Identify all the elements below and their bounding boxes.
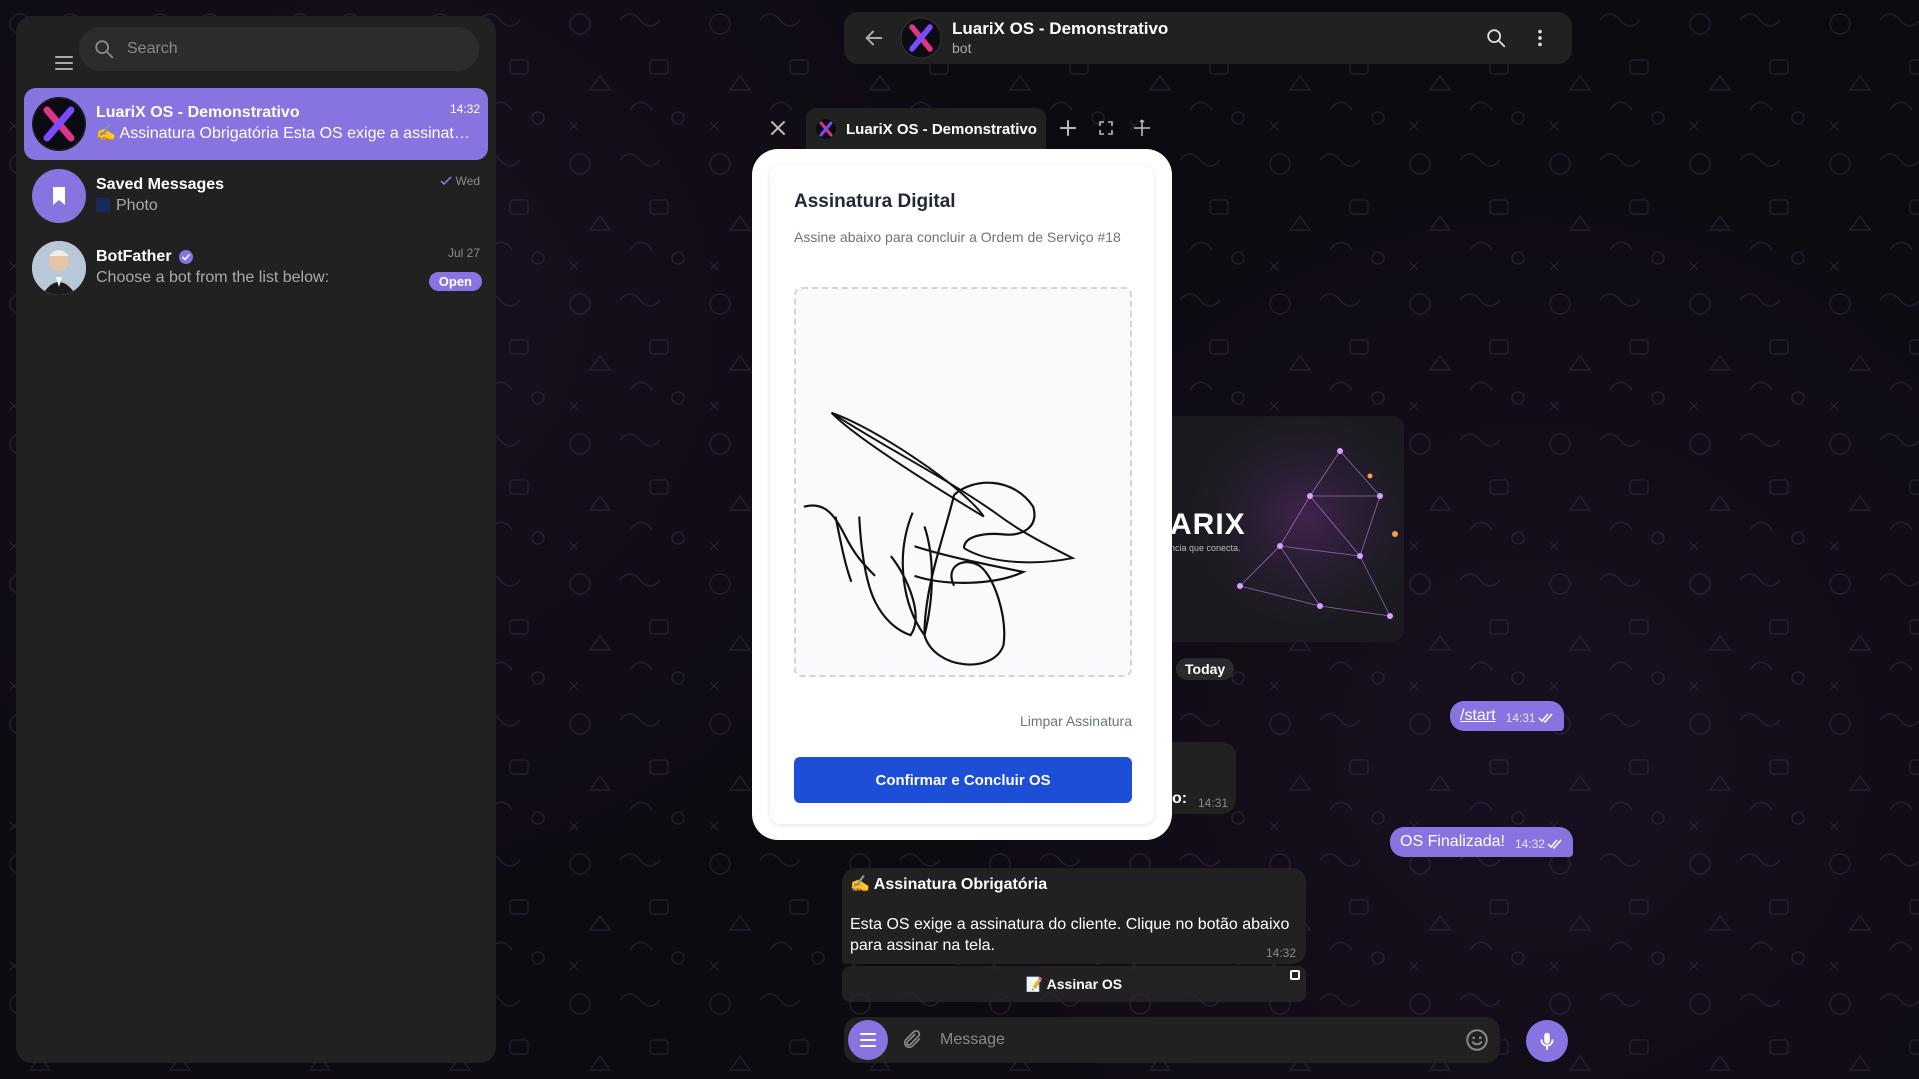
read-check-icon	[439, 176, 452, 186]
search-icon	[95, 40, 114, 59]
avatar	[32, 169, 86, 223]
chat-item-luarix[interactable]: LuariX OS - Demonstrativo ✍️ Assinatura …	[24, 88, 488, 160]
bot-menu-button[interactable]	[848, 1020, 888, 1060]
webapp-tab[interactable]: LuariX OS - Demonstrativo	[806, 108, 1046, 150]
photo-thumbnail-icon	[96, 198, 110, 212]
message-text: OS Finalizada!	[1400, 833, 1505, 850]
command-link[interactable]: /start	[1460, 707, 1496, 725]
message-out-start[interactable]: /start 14:31	[1450, 701, 1564, 731]
expand-webapp-button[interactable]	[1130, 116, 1154, 140]
search-input[interactable]	[127, 40, 427, 58]
double-check-icon	[1547, 839, 1562, 849]
chat-title: Saved Messages	[96, 176, 225, 193]
chat-status: bot	[952, 40, 972, 56]
avatar[interactable]	[900, 17, 942, 59]
message-image[interactable]: ARIX ncia que conecta.	[1160, 416, 1404, 642]
message-body: Esta OS exige a assinatura do cliente. C…	[850, 916, 1290, 954]
chat-preview: Choose a bot from the list below:	[96, 269, 330, 286]
chat-item-saved-messages[interactable]: Saved Messages Photo Wed	[24, 160, 488, 232]
luarix-logo-icon	[900, 17, 942, 59]
luarix-logo-icon	[32, 97, 86, 151]
signature-card: Assinatura Digital Assine abaixo para co…	[770, 165, 1154, 824]
message-meta: 14:32	[1515, 837, 1563, 851]
collapse-icon	[1099, 121, 1113, 135]
date-separator: Today	[1176, 658, 1235, 680]
voice-record-button[interactable]	[1526, 1020, 1568, 1062]
message-input[interactable]	[940, 1031, 1460, 1049]
open-app-button[interactable]: Open	[428, 272, 482, 291]
luarix-logo-icon	[816, 119, 836, 139]
close-icon	[771, 121, 785, 135]
message-time: 14:31	[1198, 796, 1229, 810]
signature-title: Assinatura Digital	[794, 191, 956, 212]
webapp-tab-label: LuariX OS - Demonstrativo	[846, 120, 1037, 138]
webapp-titlebar: LuariX OS - Demonstrativo	[752, 108, 1172, 150]
clear-signature-button[interactable]: Limpar Assinatura	[1020, 713, 1132, 729]
webapp-icon	[1290, 970, 1300, 980]
search-button[interactable]	[1480, 22, 1512, 54]
avatar	[32, 241, 86, 295]
message-out-finalized[interactable]: OS Finalizada! 14:32	[1390, 827, 1573, 857]
botfather-avatar-icon	[32, 241, 86, 295]
hamburger-menu-button[interactable]	[44, 46, 84, 80]
more-options-button[interactable]	[1524, 22, 1556, 54]
image-tagline: ncia que conecta.	[1170, 543, 1241, 553]
paperclip-icon	[903, 1030, 921, 1049]
message-title: ✍️ Assinatura Obrigatória	[850, 876, 1048, 893]
chat-preview: Photo	[96, 195, 476, 217]
plus-icon	[1060, 120, 1076, 136]
chat-title: BotFather	[96, 247, 480, 267]
close-webapp-button[interactable]	[764, 114, 792, 142]
more-vertical-icon	[1538, 29, 1542, 47]
image-brand-text: ARIX	[1170, 508, 1246, 541]
message-meta: 14:31	[1506, 711, 1554, 725]
chat-time: 14:32	[449, 102, 480, 116]
message-time: 14:32	[1265, 946, 1296, 960]
new-tab-button[interactable]	[1056, 116, 1080, 140]
confirm-os-button[interactable]: Confirmar e Concluir OS	[794, 757, 1132, 803]
bookmark-icon	[53, 187, 65, 205]
signature-drawing	[803, 411, 1076, 666]
microphone-icon	[1540, 1032, 1554, 1051]
attach-button[interactable]	[896, 1024, 928, 1056]
sidebar: LuariX OS - Demonstrativo ✍️ Assinatura …	[16, 16, 496, 1063]
assinar-os-button[interactable]: 📝 Assinar OS	[842, 966, 1306, 1002]
verified-badge-icon	[178, 250, 193, 264]
chat-preview: ✍️ Assinatura Obrigatória Esta OS exige …	[96, 125, 476, 142]
signature-pad[interactable]	[794, 287, 1132, 677]
signature-subtitle: Assine abaixo para concluir a Ordem de S…	[794, 229, 1121, 245]
chat-header: LuariX OS - Demonstrativo bot	[844, 12, 1572, 64]
double-check-icon	[1538, 713, 1553, 723]
chat-time: Jul 27	[447, 246, 480, 260]
chat-item-botfather[interactable]: BotFather Choose a bot from the list bel…	[24, 232, 488, 304]
chat-title: LuariX OS - Demonstrativo	[96, 104, 300, 121]
chat-title[interactable]: LuariX OS - Demonstrativo	[952, 19, 1168, 39]
back-button[interactable]	[852, 16, 896, 60]
search-box[interactable]	[79, 27, 479, 71]
emoji-icon[interactable]	[1464, 1027, 1490, 1053]
webapp-window: Assinatura Digital Assine abaixo para co…	[752, 149, 1172, 840]
expand-icon	[1134, 119, 1150, 136]
search-icon	[1487, 29, 1506, 48]
avatar	[32, 97, 86, 151]
message-text: o:	[1172, 790, 1188, 807]
minimize-webapp-button[interactable]	[1094, 116, 1118, 140]
back-arrow-icon	[865, 30, 883, 46]
chat-list: LuariX OS - Demonstrativo ✍️ Assinatura …	[24, 88, 488, 304]
message-composer	[844, 1017, 1500, 1063]
message-in-signature[interactable]: ✍️ Assinatura Obrigatória Esta OS exige …	[842, 868, 1306, 964]
chat-time: Wed	[439, 174, 480, 188]
